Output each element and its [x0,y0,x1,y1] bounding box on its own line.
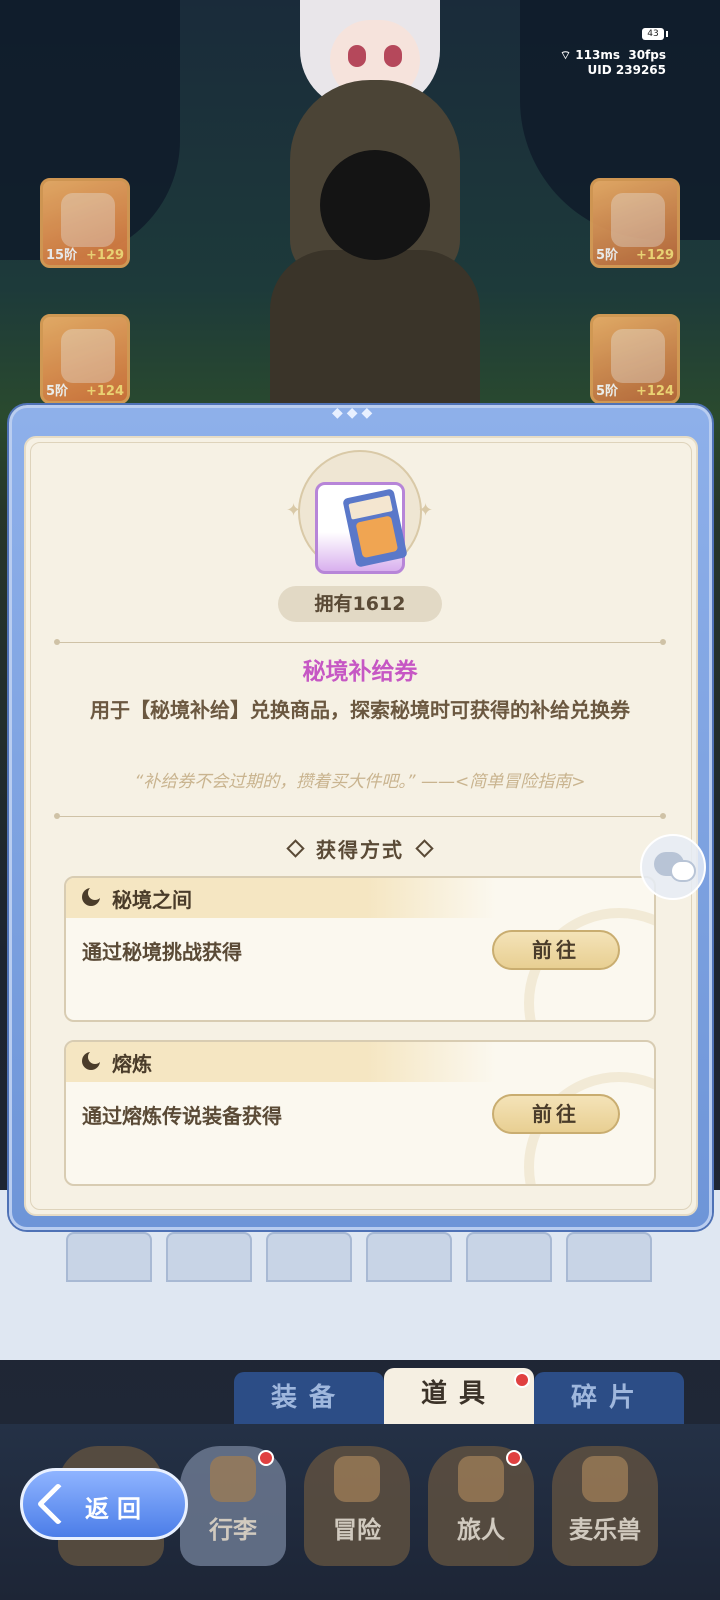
nav-label: 麦乐兽 [569,1516,641,1544]
notification-dot [514,1372,530,1388]
back-label: 返回 [85,1495,149,1523]
tab-items[interactable]: 道具 [384,1368,534,1426]
helmet-icon [611,193,665,247]
traveler-avatar-icon [458,1456,504,1502]
fps-counter: 30fps [628,48,666,62]
goto-button[interactable]: 前往 [492,930,620,970]
diamond-icon [415,839,434,858]
armor-icon [61,329,115,383]
weapon-icon [61,193,115,247]
moon-icon [82,1050,102,1070]
source-description: 通过熔炼传说装备获得 [82,1104,282,1128]
status-readout: ⌔ 113ms 30fps UID 239265 [560,48,666,78]
equipment-slot-accessory[interactable]: 5阶 +124 [590,314,680,404]
divider [54,639,666,645]
source-card-secret-realm: 秘境之间 通过秘境挑战获得 前往 [64,876,656,1022]
acquire-section-title: 获得方式 [0,834,720,863]
item-flavor-quote: “补给券不会过期的，攒着买大件吧。” ——<简单冒险指南> [134,772,586,792]
accessory-icon [611,329,665,383]
inventory-item[interactable] [566,1232,652,1282]
equipment-level: 5阶 [46,384,69,399]
acquire-title-text: 获得方式 [316,838,404,862]
equipment-level: 15阶 [46,248,78,263]
equipment-bonus: +124 [85,384,124,399]
source-name: 秘境之间 [112,888,192,912]
battery-indicator: 43 [642,28,668,40]
equipment-bonus: +129 [635,248,674,263]
back-button[interactable]: 返回 [20,1468,188,1540]
sparkle-icon: ✦ [286,500,302,521]
moon-icon [82,886,102,906]
nav-item-pet[interactable]: 麦乐兽 [552,1446,658,1566]
equipment-bonus: +129 [85,248,124,263]
chevron-left-icon [36,1482,80,1526]
sparkle-icon: ✦ [418,500,434,521]
inventory-item[interactable] [266,1232,352,1282]
notification-dot [506,1450,522,1466]
diamond-icon [286,839,305,858]
item-description: 用于【秘境补给】兑换商品，探索秘境时可获得的补给兑换券 [90,698,630,722]
goto-button[interactable]: 前往 [492,1094,620,1134]
source-description: 通过秘境挑战获得 [82,940,242,964]
inventory-item[interactable] [166,1232,252,1282]
equipment-slot-weapon[interactable]: 15阶 +129 [40,178,130,268]
source-header: 秘境之间 [66,878,496,918]
user-id: UID 239265 [587,63,666,77]
pet-icon [582,1456,628,1502]
nav-item-adventure[interactable]: 冒险 [304,1446,410,1566]
tab-equipment[interactable]: 装备 [234,1372,384,1424]
wifi-icon: ⌔ [559,48,572,62]
equipment-level: 5阶 [596,384,619,399]
inventory-item[interactable] [366,1232,452,1282]
inventory-item[interactable] [466,1232,552,1282]
frame-gem-ornament: ◆◆◆ [332,405,377,421]
player-character [250,0,500,420]
equipment-slot-armor[interactable]: 5阶 +124 [40,314,130,404]
network-latency: 113ms [575,48,620,62]
nav-label: 行李 [209,1516,257,1544]
source-card-smelting: 熔炼 通过熔炼传说装备获得 前往 [64,1040,656,1186]
item-name: 秘境补给券 [302,659,418,685]
nav-label: 旅人 [457,1516,505,1544]
luggage-icon [210,1456,256,1502]
source-name: 熔炼 [112,1052,152,1076]
inventory-item[interactable] [66,1232,152,1282]
source-header: 熔炼 [66,1042,496,1082]
chat-button[interactable] [640,834,706,900]
tab-fragments[interactable]: 碎片 [534,1372,684,1424]
owned-count: 拥有1612 [278,586,442,622]
equipment-level: 5阶 [596,248,619,263]
equipment-bonus: +124 [635,384,674,399]
crossed-swords-icon [334,1456,380,1502]
equipment-slot-helmet[interactable]: 5阶 +129 [590,178,680,268]
supply-ticket-icon [315,482,408,574]
nav-label: 冒险 [333,1516,381,1544]
notification-dot [258,1450,274,1466]
divider [54,813,666,819]
